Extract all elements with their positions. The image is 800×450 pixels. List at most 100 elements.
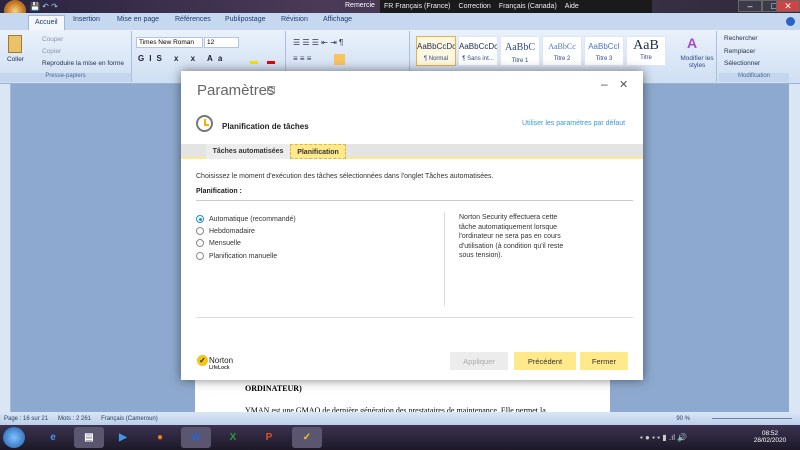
tab-mise-en-page[interactable]: Mise en page (117, 16, 159, 23)
use-defaults-link[interactable]: Utiliser les paramètres par défaut (522, 120, 625, 127)
lang-fr[interactable]: FR Français (France) (384, 3, 451, 10)
style-title2[interactable]: AaBbCc Titre 2 (542, 36, 582, 66)
dialog-close-button[interactable]: ✕ (619, 78, 628, 91)
ie-icon[interactable]: e (38, 427, 68, 448)
modify-styles-icon: A (687, 35, 698, 51)
tab-accueil[interactable]: Accueil (28, 15, 65, 30)
option-label: Mensuelle (209, 239, 241, 247)
apply-button[interactable]: Appliquer (450, 352, 508, 370)
paste-icon (8, 35, 22, 53)
style-no-spacing[interactable]: AaBbCcDc ¶ Sans int... (458, 36, 498, 66)
dialog-minimize-button[interactable]: – (601, 77, 608, 91)
radio-button[interactable] (196, 227, 204, 235)
previous-button[interactable]: Précédent (514, 352, 576, 370)
page-count[interactable]: Page : 16 sur 21 (4, 416, 48, 422)
tab-publipostage[interactable]: Publipostage (225, 16, 265, 23)
minimize-button[interactable]: – (738, 0, 762, 12)
tab-insertion[interactable]: Insertion (73, 16, 100, 23)
vertical-scrollbar[interactable] (789, 84, 800, 412)
close-button[interactable]: Fermer (580, 352, 628, 370)
info-text: Norton Security effectuera cette tâche au… (459, 214, 564, 259)
list-buttons[interactable]: ☰ ☰ ☰ ⇤ ⇥ ¶ (293, 38, 343, 47)
select-button[interactable]: Sélectionner (724, 60, 760, 67)
justify-button[interactable] (334, 54, 345, 65)
powerpoint-icon[interactable]: P (254, 427, 284, 448)
paste-button[interactable]: Coller (7, 56, 24, 63)
lang-correction[interactable]: Correction (459, 3, 491, 10)
language-bar: FR Français (France) Correction Français… (380, 0, 652, 13)
align-buttons[interactable]: ≡ ≡ ≡ (293, 54, 311, 63)
language-status[interactable]: Français (Cameroun) (101, 416, 158, 422)
dialog-title: Paramètres (197, 82, 275, 99)
excel-icon[interactable]: X (218, 427, 248, 448)
clipboard-group: Coller Couper Copier Reproduire la mise … (0, 31, 132, 82)
zoom-slider[interactable] (712, 418, 792, 419)
option-label: Automatique (recommandé) (209, 215, 296, 223)
radio-button[interactable] (196, 252, 204, 260)
lang-canada[interactable]: Français (Canada) (499, 3, 557, 10)
tab-references[interactable]: Références (175, 16, 211, 23)
font-format-buttons[interactable]: GIS x x Aa (138, 54, 227, 63)
style-normal[interactable]: AaBbCcDc ¶ Normal (416, 36, 456, 66)
option-label: Planification manuelle (209, 252, 278, 260)
format-painter-button[interactable]: Reproduire la mise en forme (42, 60, 124, 67)
tab-schedule[interactable]: Planification (290, 144, 346, 159)
tab-automated-tasks[interactable]: Tâches automatisées (206, 144, 290, 159)
window-title: Remercie (345, 2, 375, 9)
settings-dialog: Paramètres ? – ✕ Planification de tâches… (181, 71, 643, 380)
vertical-ruler (0, 84, 11, 412)
lang-help[interactable]: Aide (565, 3, 579, 10)
norton-lifelock-label: LifeLock (209, 365, 230, 371)
option-weekly[interactable]: Hebdomadaire (196, 227, 255, 235)
ribbon-tabs: Accueil Insertion Mise en page Référence… (0, 13, 800, 30)
style-title[interactable]: AaB Titre (626, 36, 666, 66)
tray-icons[interactable]: ▪ ● ▪ ▪ ▮ .ıl 🔊 (640, 433, 687, 442)
style-title3[interactable]: AaBbCcI Titre 3 (584, 36, 624, 66)
zoom-level[interactable]: 90 % (676, 416, 690, 422)
option-manual[interactable]: Planification manuelle (196, 252, 277, 260)
help-icon[interactable] (786, 17, 795, 26)
footer-divider (196, 317, 633, 318)
clock[interactable]: 08:52 28/02/2020 (750, 430, 790, 444)
tab-revision[interactable]: Révision (281, 16, 308, 23)
clipboard-group-label: Presse-papiers (0, 73, 131, 82)
modify-styles-button[interactable]: Modifier les styles (680, 55, 714, 69)
clock-icon (196, 115, 213, 132)
norton-taskbar-icon[interactable]: ✓ (292, 427, 322, 448)
highlight-icon[interactable] (250, 54, 258, 64)
style-title1[interactable]: AaBbC Titre 1 (500, 36, 540, 66)
option-label: Hebdomadaire (209, 227, 255, 235)
editing-group-label: Modification (719, 73, 789, 82)
option-monthly[interactable]: Mensuelle (196, 239, 241, 247)
dialog-tabs: Tâches automatisées Planification (181, 144, 643, 159)
replace-button[interactable]: Remplacer (724, 48, 755, 55)
radio-button[interactable] (196, 215, 204, 223)
quick-access-toolbar[interactable]: 💾 ↶ ↷ (30, 2, 58, 11)
doc-heading: ORDINATEUR) (245, 384, 302, 393)
help-button[interactable]: ? (267, 86, 275, 94)
status-bar: Page : 16 sur 21 Mots : 2 261 Français (… (0, 412, 800, 425)
font-color-icon[interactable] (267, 54, 275, 64)
editing-group: Rechercher Remplacer Sélectionner Modifi… (719, 31, 789, 82)
word-icon[interactable]: W (181, 427, 211, 448)
font-name-select[interactable]: Times New Roman (136, 37, 203, 48)
radio-button[interactable] (196, 239, 204, 247)
schedule-label: Planification : (196, 188, 242, 195)
find-button[interactable]: Rechercher (724, 35, 758, 42)
vertical-divider (444, 212, 445, 306)
font-size-select[interactable]: 12 (204, 37, 239, 48)
divider (196, 200, 633, 201)
media-player-icon[interactable]: ▶ (108, 427, 138, 448)
firefox-icon[interactable]: ● (145, 427, 175, 448)
section-title: Planification de tâches (222, 122, 309, 131)
close-window-button[interactable]: ✕ (776, 0, 800, 12)
taskbar: e ▤ ▶ ● W X P ✓ ▪ ● ▪ ▪ ▮ .ıl 🔊 08:52 28/… (0, 425, 800, 450)
explorer-icon[interactable]: ▤ (74, 427, 104, 448)
option-automatic[interactable]: Automatique (recommandé) (196, 215, 296, 223)
start-button[interactable] (3, 427, 25, 448)
cut-button[interactable]: Couper (42, 36, 63, 43)
tab-affichage[interactable]: Affichage (323, 16, 352, 23)
copy-button[interactable]: Copier (42, 48, 61, 55)
word-count[interactable]: Mots : 2 261 (58, 416, 91, 422)
description: Choisissez le moment d'exécution des tâc… (196, 173, 494, 180)
